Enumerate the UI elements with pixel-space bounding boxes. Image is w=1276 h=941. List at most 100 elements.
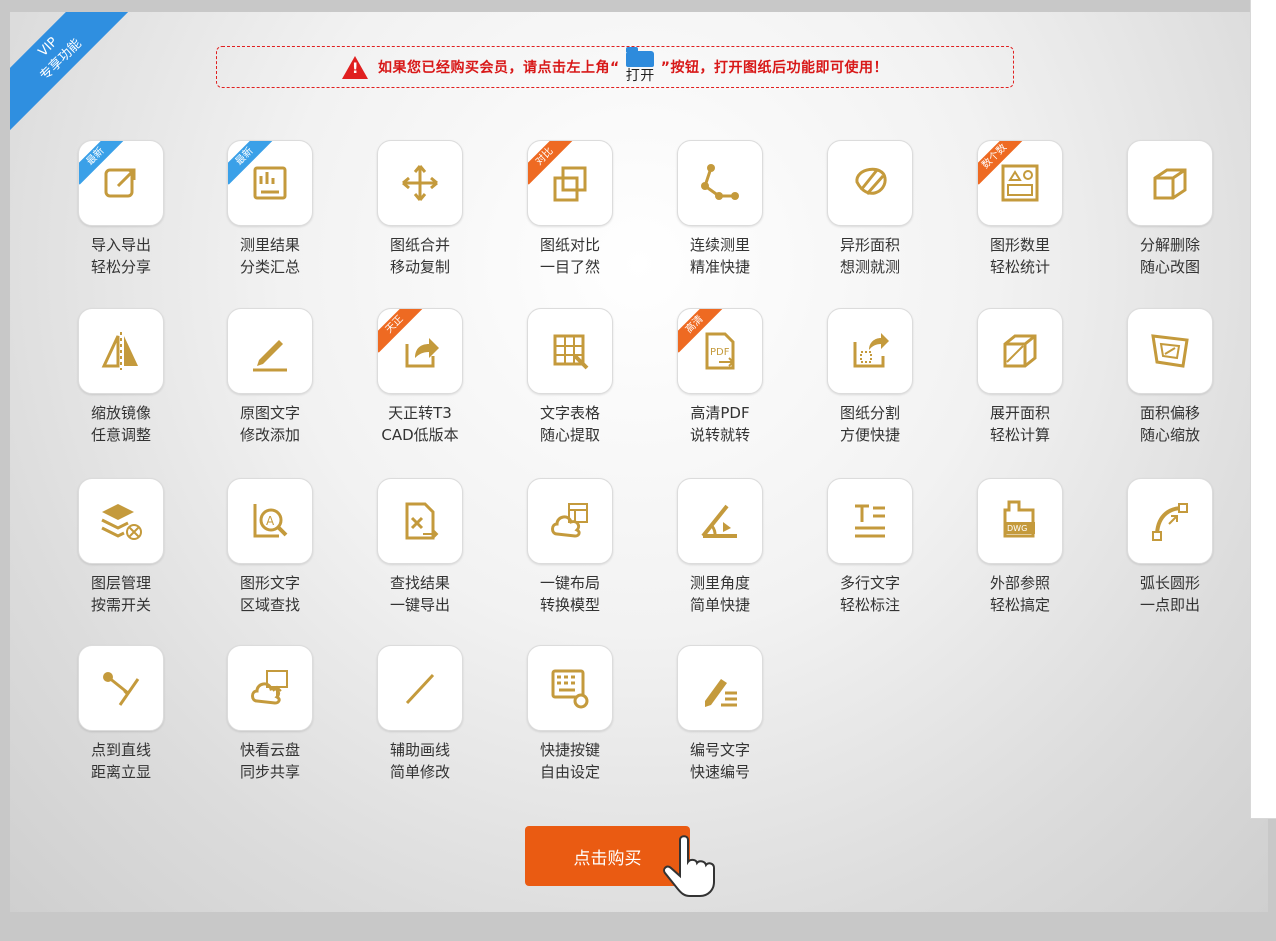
feature-item[interactable]: 编号文字 快速编号 [665, 645, 775, 783]
feature-tile[interactable] [78, 478, 164, 564]
feature-tile[interactable] [377, 478, 463, 564]
feature-item[interactable]: 一键布局 转换模型 [515, 478, 625, 616]
feature-item[interactable]: 快看云盘 同步共享 [215, 645, 325, 783]
feature-label-line2: 按需开关 [90, 596, 151, 614]
feature-tile[interactable] [1127, 308, 1213, 394]
feature-tile[interactable] [527, 645, 613, 731]
feature-item[interactable]: 图纸分割 方便快捷 [815, 308, 925, 446]
feature-tile[interactable]: A [227, 478, 313, 564]
feature-item[interactable]: 最新测里结果分类汇总 [215, 140, 325, 278]
feature-label: 图形数里 轻松统计 [965, 234, 1075, 278]
feature-item[interactable]: 分解删除 随心改图 [1115, 140, 1225, 278]
feature-label-line1: 图纸分割 [839, 404, 900, 422]
feature-item[interactable]: 测里角度 简单快捷 [665, 478, 775, 616]
feature-item[interactable]: 天正天正转T3 CAD低版本 [365, 308, 475, 446]
convert-share-icon [405, 338, 439, 368]
feature-label-line1: 弧长圆形 [1139, 574, 1200, 592]
feature-item[interactable]: 辅助画线 简单修改 [365, 645, 475, 783]
feature-item[interactable]: 图纸合并 移动复制 [365, 140, 475, 278]
angle-icon [701, 504, 737, 538]
feature-label-line1: 导入导出 [90, 236, 151, 254]
feature-label: 文字表格 随心提取 [515, 402, 625, 446]
feature-label-line2: 精准快捷 [689, 258, 750, 276]
feature-tile[interactable] [977, 308, 1063, 394]
feature-label: 图纸分割 方便快捷 [815, 402, 925, 446]
feature-label-line2: 说转就转 [689, 426, 750, 444]
move-arrows-icon [402, 165, 438, 201]
feature-tile[interactable]: 数个数 [977, 140, 1063, 226]
feature-item[interactable]: 查找结果 一键导出 [365, 478, 475, 616]
vip-features-panel: VIP 专享功能 如果您已经购买会员，请点击左上角“ 打开 ”按钮，打开图纸后功… [10, 12, 1268, 912]
pdf-icon: PDF [705, 332, 735, 370]
feature-item[interactable]: 对比 图纸对比 一目了然 [515, 140, 625, 278]
feature-label: 连续测里 精准快捷 [665, 234, 775, 278]
measure-summary-icon [253, 166, 287, 200]
feature-tile[interactable] [78, 308, 164, 394]
layers-icon [101, 504, 142, 540]
feature-item[interactable]: 多行文字 轻松标注 [815, 478, 925, 616]
feature-label-line1: 异形面积 [839, 236, 900, 254]
feature-label: 展开面积 轻松计算 [965, 402, 1075, 446]
feature-label-line2: 简单快捷 [689, 596, 750, 614]
feature-tile[interactable] [377, 140, 463, 226]
feature-item[interactable]: 连续测里 精准快捷 [665, 140, 775, 278]
feature-label-line1: 天正转T3 [388, 404, 452, 422]
feature-tile[interactable] [1127, 140, 1213, 226]
feature-label-line1: 测里角度 [689, 574, 750, 592]
feature-item[interactable]: 文字表格 随心提取 [515, 308, 625, 446]
feature-item[interactable]: A 图形文字 区域查找 [215, 478, 325, 616]
table-extract-icon [553, 334, 589, 370]
feature-tile[interactable]: 最新 [227, 140, 313, 226]
feature-label-line2: 随心改图 [1139, 258, 1200, 276]
feature-tile[interactable] [677, 478, 763, 564]
feature-item[interactable]: 面积偏移 随心缩放 [1115, 308, 1225, 446]
feature-tile[interactable] [1127, 478, 1213, 564]
feature-tile[interactable] [78, 645, 164, 731]
feature-tile[interactable]: 对比 [527, 140, 613, 226]
feature-label-line2: 快速编号 [689, 763, 750, 781]
feature-label: 缩放镜像 任意调整 [66, 402, 176, 446]
feature-tile[interactable] [227, 308, 313, 394]
feature-item[interactable]: 弧长圆形 一点即出 [1115, 478, 1225, 616]
feature-label: 图层管理 按需开关 [66, 572, 176, 616]
feature-tile[interactable] [827, 140, 913, 226]
feature-label: 异形面积 想测就测 [815, 234, 925, 278]
svg-text:A: A [266, 514, 275, 528]
feature-label-line1: 测里结果 [239, 236, 300, 254]
feature-label-line2: CAD低版本 [381, 426, 459, 444]
feature-item[interactable]: DWG 外部参照 轻松搞定 [965, 478, 1075, 616]
feature-label-line2: 分类汇总 [239, 258, 300, 276]
feature-tile[interactable] [677, 140, 763, 226]
feature-item[interactable]: 最新 导入导出 轻松分享 [66, 140, 176, 278]
feature-tile[interactable] [527, 478, 613, 564]
pencil-icon [253, 340, 287, 372]
feature-item[interactable]: 展开面积 轻松计算 [965, 308, 1075, 446]
feature-item[interactable]: 点到直线 距离立显 [66, 645, 176, 783]
feature-tile[interactable]: PDF 高清 [677, 308, 763, 394]
feature-label-line2: 区域查找 [239, 596, 300, 614]
feature-item[interactable]: 原图文字 修改添加 [215, 308, 325, 446]
feature-tile[interactable] [677, 645, 763, 731]
feature-label-line1: 展开面积 [989, 404, 1050, 422]
unfold-area-icon [1003, 334, 1037, 368]
feature-tile[interactable]: 天正 [377, 308, 463, 394]
feature-tile[interactable]: DWG [977, 478, 1063, 564]
feature-label-line2: 想测就测 [839, 258, 900, 276]
feature-tile[interactable] [227, 645, 313, 731]
feature-tile[interactable] [827, 308, 913, 394]
feature-item[interactable]: 图层管理 按需开关 [66, 478, 176, 616]
feature-tile[interactable] [527, 308, 613, 394]
feature-label-line1: 分解删除 [1139, 236, 1200, 254]
feature-tile[interactable] [377, 645, 463, 731]
feature-item[interactable]: 缩放镜像 任意调整 [66, 308, 176, 446]
feature-tile[interactable] [827, 478, 913, 564]
feature-label-line2: 一键导出 [389, 596, 450, 614]
feature-item[interactable]: 异形面积 想测就测 [815, 140, 925, 278]
point-line-icon [103, 672, 140, 706]
feature-item[interactable]: 数个数图形数里 轻松统计 [965, 140, 1075, 278]
feature-item[interactable]: 快捷按键 自由设定 [515, 645, 625, 783]
feature-label-line2: 轻松计算 [989, 426, 1050, 444]
cloud-upload-icon [251, 670, 288, 705]
feature-item[interactable]: PDF 高清 高清PDF 说转就转 [665, 308, 775, 446]
feature-tile[interactable]: 最新 [78, 140, 164, 226]
